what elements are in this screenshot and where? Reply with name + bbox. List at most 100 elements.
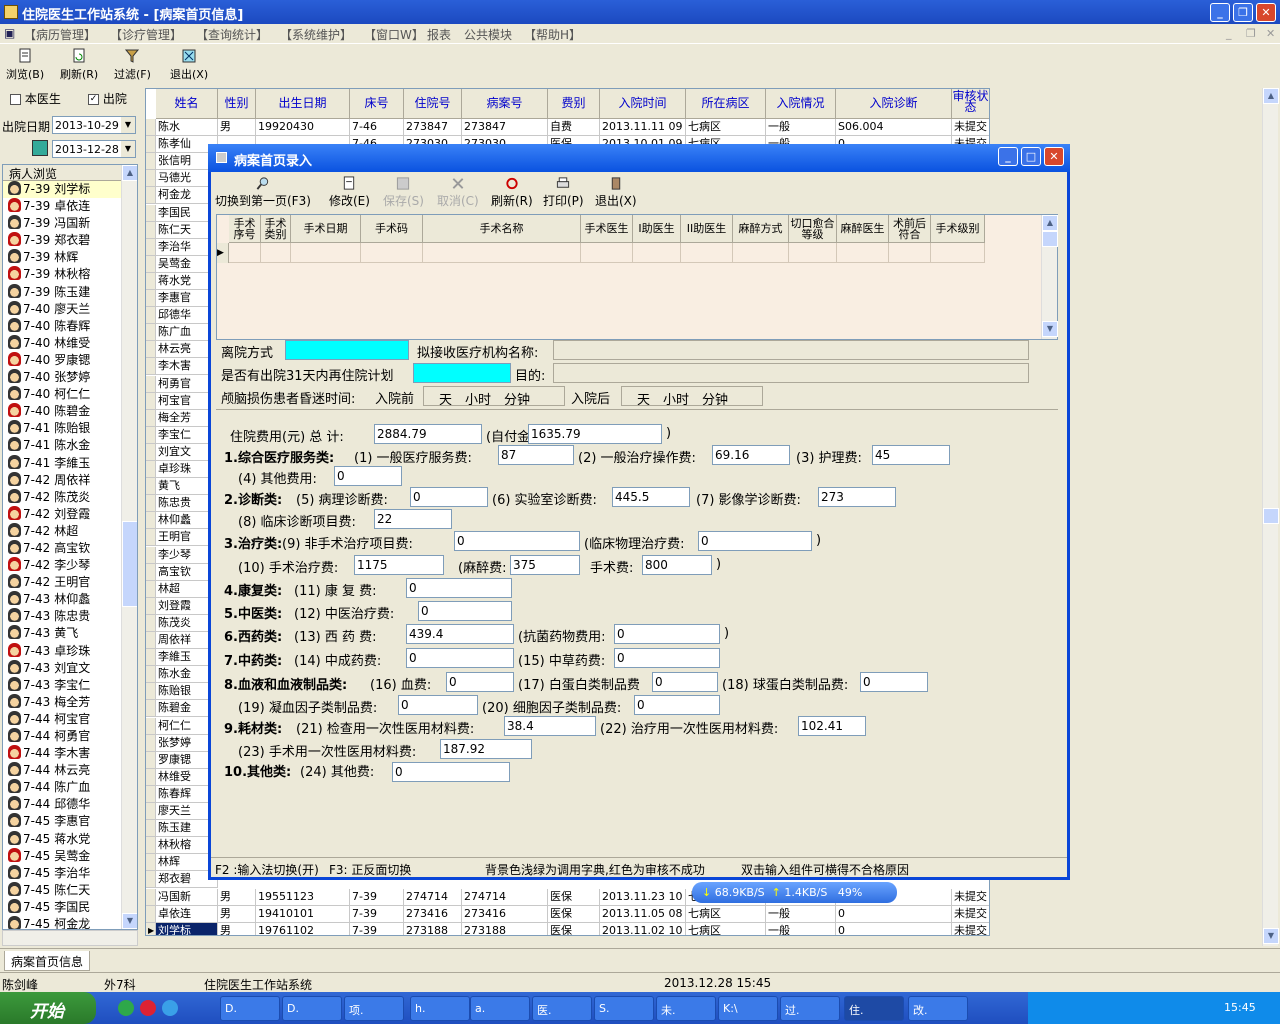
fee-11-field[interactable]: 0 [406,578,512,598]
operation-cell[interactable] [733,243,789,263]
patient-list-item[interactable]: 7-45 李惠官 [3,813,137,830]
row-selector[interactable] [146,221,156,239]
dialog-maximize-button[interactable]: □ [1021,147,1041,166]
taskbar-item[interactable]: a. [470,996,530,1021]
mdi-close-icon[interactable]: ✕ [1266,27,1275,40]
scroll-down-icon[interactable]: ▼ [1042,321,1058,337]
restore-button[interactable]: ❐ [1233,3,1253,22]
taskbar-item[interactable]: 医. [532,996,592,1021]
network-speed-widget[interactable]: ↓ 68.9KB/S ↑ 1.4KB/S 49% [692,882,897,903]
mdi-restore-icon[interactable]: ❐ [1246,27,1256,40]
row-selector[interactable] [146,717,156,735]
row-selector[interactable] [146,700,156,718]
patient-list-item[interactable]: 7-42 陈茂炎 [3,488,137,506]
fee-9b-field[interactable]: 0 [698,531,812,551]
dialog-close-button[interactable]: ✕ [1044,147,1064,166]
fee-6-field[interactable]: 445.5 [612,487,690,507]
date-go-icon[interactable] [32,140,48,156]
fee-10-field[interactable]: 1175 [354,555,444,575]
discharged-filter[interactable]: ✓ 出院 [88,90,127,107]
coma-after-field[interactable]: __天__小时__分钟 [621,386,763,406]
row-selector[interactable] [146,170,156,188]
fee-8-field[interactable]: 22 [374,509,452,529]
operation-header-cell[interactable]: 手术类别 [261,215,291,243]
fee-13-field[interactable]: 439.4 [406,624,514,644]
fee-21-field[interactable]: 38.4 [504,716,596,736]
fee-3-field[interactable]: 45 [872,445,950,465]
fee-22-field[interactable]: 102.41 [798,716,866,736]
patient-list-item[interactable]: 7-42 王明官 [3,574,137,591]
grid-header-cell[interactable]: 费别 [548,89,600,119]
patient-list-item[interactable]: 7-40 陈春辉 [3,317,137,335]
patient-list-item[interactable]: 7-39 卓依连 [3,198,137,215]
row-selector[interactable] [146,375,156,393]
patient-list-item[interactable]: 7-43 卓珍珠 [3,642,137,660]
operation-scrollbar[interactable]: ▲ ▼ [1041,215,1058,339]
grid-header-cell[interactable]: 入院时间 [600,89,686,119]
operation-header-cell[interactable]: 手术医生 [581,215,633,243]
fee-23-field[interactable]: 187.92 [440,739,532,759]
patient-list-item[interactable]: 7-43 梅全芳 [3,693,137,711]
taskbar-item[interactable]: D. [220,996,280,1021]
row-selector[interactable] [146,785,156,803]
exit-button[interactable]: 退出(X) [170,48,208,82]
row-selector[interactable] [146,204,156,222]
row-selector[interactable] [146,341,156,359]
operation-cell[interactable] [889,243,931,263]
patient-list-item[interactable]: 7-41 李維玉 [3,454,137,472]
table-row[interactable]: 卓依连男 19410101 7-39 273416 273416 医保 2013.11.05… [146,905,989,923]
patient-list-item[interactable]: 7-41 陈水金 [3,437,137,454]
operation-cell[interactable] [931,243,985,263]
patient-list-item[interactable]: 7-44 陈广血 [3,779,137,796]
save-button[interactable]: 保存(S) [383,176,424,209]
date-to-field[interactable]: 2013-12-28 ▼ [52,140,136,158]
grid-header-cell[interactable]: 病案号 [462,89,548,119]
taskbar-item[interactable]: 改. [908,996,968,1021]
operation-header-cell[interactable]: 手术序号 [229,215,261,243]
chevron-down-icon[interactable]: ▼ [121,117,135,133]
fee-18-field[interactable]: 0 [860,672,928,692]
mdi-minimize-icon[interactable]: _ [1226,27,1232,40]
fee-1-field[interactable]: 87 [498,445,574,465]
row-selector[interactable] [146,307,156,325]
grid-header-cell[interactable]: 入院诊断 [836,89,952,119]
operation-cell[interactable] [229,243,261,263]
scroll-up-icon[interactable]: ▲ [1042,215,1058,231]
operation-header-cell[interactable]: 手术名称 [423,215,581,243]
fee-20-field[interactable]: 0 [634,695,720,715]
patient-list-scrollbar[interactable]: ▲ ▼ [121,165,137,929]
taskbar-item[interactable]: 未. [656,996,716,1021]
row-selector[interactable] [146,512,156,530]
patient-list-item[interactable]: 7-40 林维受 [3,334,137,352]
fee-13a-field[interactable]: 0 [614,624,720,644]
row-selector[interactable] [146,290,156,307]
operation-header-cell[interactable]: 麻醉医生 [837,215,889,243]
taskbar-item[interactable]: 项. [344,996,404,1021]
fee-14-field[interactable]: 0 [406,648,514,668]
taskbar-item[interactable]: S. [594,996,654,1021]
row-selector[interactable] [146,734,156,752]
patient-list-item[interactable]: 7-39 林秋榕 [3,266,137,283]
grid-header-cell[interactable]: 性别 [218,89,256,119]
scroll-down-icon[interactable]: ▼ [122,913,137,929]
patient-list-item[interactable]: 7-39 刘学标 [3,181,137,199]
patient-list-item[interactable]: 7-44 邱德华 [3,796,137,813]
filter-button[interactable]: 过滤(F) [114,48,151,82]
row-selector[interactable] [146,649,156,667]
patient-list-item[interactable]: 7-42 刘登霞 [3,505,137,523]
patient-list-item[interactable]: 7-43 刘宜文 [3,659,137,677]
patient-list-item[interactable]: 7-43 陈忠贵 [3,608,137,625]
row-selector[interactable] [146,888,156,906]
row-selector[interactable] [146,358,156,376]
operation-header-cell[interactable]: 手术码 [361,215,423,243]
taskbar-item[interactable]: h. [410,996,470,1021]
row-selector[interactable] [146,632,156,649]
fee-15-field[interactable]: 0 [614,648,720,668]
my-doctor-filter[interactable]: 本医生 [10,90,61,107]
self-pay-field[interactable]: 1635.79 [528,424,662,444]
row-selector[interactable] [146,751,156,769]
menu-system[interactable]: 【系统维护】 [280,26,352,43]
purpose-field[interactable] [553,363,1029,383]
row-selector[interactable] [146,324,156,342]
grid-header-cell[interactable]: 床号 [350,89,404,119]
